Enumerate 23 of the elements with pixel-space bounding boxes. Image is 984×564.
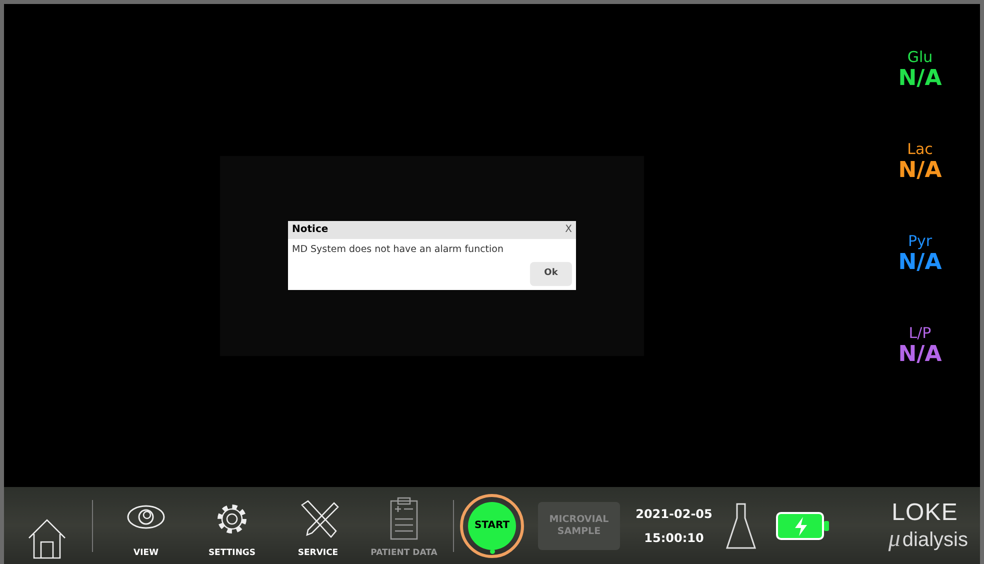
logo-name: LOKE (892, 500, 959, 526)
close-button[interactable]: X (565, 222, 572, 238)
start-button[interactable]: START (468, 502, 516, 550)
battery-icon[interactable] (776, 512, 830, 540)
logo-mu: μ (888, 526, 900, 552)
flask-icon[interactable] (726, 502, 756, 548)
analyte-value: N/A (898, 250, 942, 276)
analyte-label: Glu (907, 48, 933, 66)
toolbar-button[interactable]: VIEW (103, 492, 189, 560)
time-text: 15:00:10 (644, 530, 704, 546)
analyte-value: N/A (898, 66, 942, 92)
date-text: 2021-02-05 (636, 506, 712, 522)
toolbar-button[interactable]: SERVICE (275, 492, 361, 560)
analyte-label: Pyr (908, 232, 932, 250)
dialog-message: MD System does not have an alarm function (291, 242, 505, 257)
ok-button[interactable]: Ok (530, 262, 572, 286)
analyte-label: Lac (907, 140, 933, 158)
toolbar-button[interactable]: SETTINGS (189, 492, 275, 560)
logo-subtitle: dialysis (902, 528, 968, 552)
dialog-title: Notice (292, 223, 328, 238)
analyte-value: N/A (898, 158, 942, 184)
analyte-value: N/A (898, 342, 942, 368)
analyte-label: L/P (908, 324, 932, 342)
